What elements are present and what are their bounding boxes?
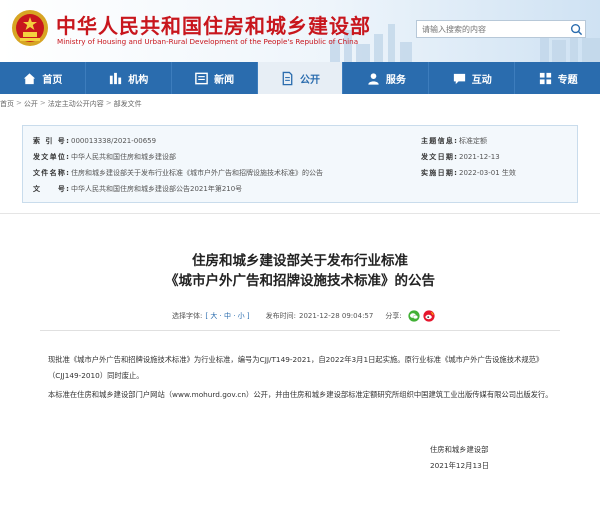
info-index-value: 000013338/2021-00659	[71, 137, 157, 145]
article-paragraph-2: 本标准在住房和城乡建设部门户网站（www.mohurd.gov.cn）公开，并由…	[48, 390, 553, 399]
chat-icon	[453, 73, 465, 84]
breadcrumb-statutory[interactable]: 法定主动公开内容	[48, 99, 104, 109]
national-emblem-icon	[12, 10, 48, 46]
breadcrumb-separator: >	[39, 99, 46, 107]
info-doc-number-label: 文 号:	[33, 185, 69, 193]
font-select-label: 选择字体:	[172, 312, 203, 320]
info-issuer-label: 发文单位:	[33, 153, 69, 161]
nav-item-public[interactable]: 公开	[257, 62, 344, 94]
home-icon	[24, 72, 36, 84]
search-input[interactable]	[417, 21, 567, 37]
site-title: 中华人民共和国住房和城乡建设部	[56, 14, 371, 38]
weibo-share-icon[interactable]	[423, 310, 435, 322]
publish-time-value: 2021-12-28 09:04:57	[298, 312, 374, 320]
info-topic-label: 主题信息:	[421, 137, 457, 145]
nav-item-organization[interactable]: 机构	[86, 62, 172, 94]
info-doc-number-value: 中华人民共和国住房和城乡建设部公告2021年第210号	[71, 185, 243, 193]
info-date-label: 发文日期:	[421, 153, 457, 161]
info-issuer-row: 发文单位: 中华人民共和国住房和城乡建设部	[33, 152, 176, 162]
info-doc-number-row: 文 号: 中华人民共和国住房和城乡建设部公告2021年第210号	[33, 184, 242, 194]
info-date-value: 2021-12-13	[459, 153, 500, 161]
nav-label: 机构	[128, 74, 149, 86]
breadcrumb-separator: >	[16, 99, 22, 107]
article-meta: 选择字体: [ 大 · 中 · 小 ] 发布时间: 2021-12-28 09:…	[172, 310, 435, 322]
info-topic-value: 标准定额	[459, 137, 487, 145]
info-status-label: 实施日期:	[421, 169, 457, 177]
article-title-line2: 《城市户外广告和招牌设施技术标准》的公告	[165, 273, 435, 289]
topic-icon	[539, 72, 551, 84]
nav-item-service[interactable]: 服务	[343, 62, 430, 94]
info-status-row: 实施日期: 2022-03-01 生效	[421, 168, 516, 178]
info-topic-row: 主题信息: 标准定额	[421, 136, 487, 146]
site-header: 中华人民共和国住房和城乡建设部 Ministry of Housing and …	[0, 0, 600, 62]
search-box	[416, 20, 586, 38]
breadcrumb: 首页 > 公开 > 法定主动公开内容 > 部发文件	[0, 99, 142, 109]
nav-label: 公开	[300, 74, 320, 86]
info-issuer-value: 中华人民共和国住房和城乡建设部	[71, 153, 176, 161]
search-icon[interactable]	[570, 23, 583, 36]
newspaper-icon	[195, 72, 208, 84]
info-date-row: 发文日期: 2021-12-13	[421, 152, 500, 162]
service-icon	[368, 72, 379, 85]
article-paragraph-1: 现批准《城市户外广告和招牌设施技术标准》为行业标准，编号为CJJ/T149-20…	[48, 355, 544, 380]
breadcrumb-separator: >	[105, 99, 112, 107]
info-filename-value: 住房和城乡建设部关于发布行业标准《城市户外广告和招牌设施技术标准》的公告	[71, 169, 323, 177]
document-info-box: 索 引 号: 000013338/2021-00659 发文单位: 中华人民共和…	[22, 125, 578, 203]
building-icon	[110, 72, 122, 84]
main-nav: 首页 机构 新闻 公开 服务 互动 专题	[0, 62, 600, 94]
info-filename-row: 文件名称: 住房和城乡建设部关于发布行业标准《城市户外广告和招牌设施技术标准》的…	[33, 168, 323, 178]
nav-label: 首页	[42, 74, 63, 86]
nav-item-news[interactable]: 新闻	[172, 62, 258, 94]
info-index-label: 索 引 号:	[33, 137, 69, 145]
publish-time-label: 发布时间:	[265, 312, 296, 320]
font-size-selector[interactable]: [ 大 · 中 · 小 ]	[205, 311, 249, 321]
info-index-row: 索 引 号: 000013338/2021-00659	[33, 136, 156, 146]
breadcrumb-public[interactable]: 公开	[24, 99, 38, 109]
article-sign-date: 2021年12月13日	[430, 461, 490, 470]
nav-label: 新闻	[214, 74, 235, 86]
meta-divider	[40, 330, 560, 331]
document-icon	[282, 71, 293, 85]
nav-label: 专题	[557, 74, 578, 86]
info-filename-label: 文件名称:	[33, 169, 69, 177]
info-status-value: 2022-03-01 生效	[459, 169, 516, 177]
nav-label: 互动	[471, 74, 492, 86]
nav-label: 服务	[385, 74, 406, 86]
nav-item-topics[interactable]: 专题	[515, 62, 600, 94]
nav-item-interaction[interactable]: 互动	[429, 62, 516, 94]
site-subtitle: Ministry of Housing and Urban-Rural Deve…	[57, 37, 359, 46]
wechat-share-icon[interactable]	[408, 310, 420, 322]
article-signature: 住房和城乡建设部	[430, 445, 489, 454]
share-label: 分享:	[385, 312, 402, 320]
nav-item-home[interactable]: 首页	[0, 62, 86, 94]
breadcrumb-home[interactable]: 首页	[0, 99, 14, 109]
article-title-line1: 住房和城乡建设部关于发布行业标准	[192, 253, 408, 269]
breadcrumb-documents[interactable]: 部发文件	[114, 99, 142, 109]
